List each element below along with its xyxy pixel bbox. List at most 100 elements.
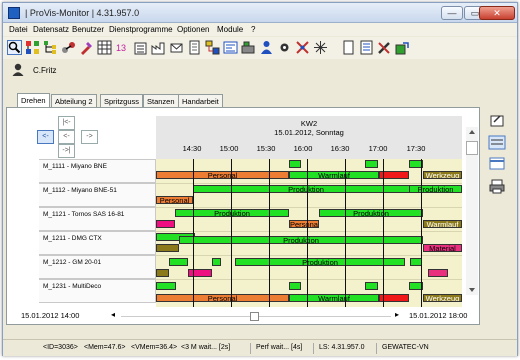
bar-werkzeug[interactable]: Werkzeug [423, 294, 462, 302]
tab-abteilung-2[interactable]: Abteilung 2 [51, 94, 97, 107]
window-title: | ProVis-Monitor | 4.31.957.0 [25, 8, 140, 18]
connect-icon[interactable] [313, 40, 328, 55]
bar-material[interactable] [428, 269, 448, 277]
row-separator [156, 231, 462, 232]
tool-icon[interactable] [79, 40, 94, 55]
menu-module[interactable]: Module [217, 25, 243, 34]
bar-produktion[interactable] [169, 258, 188, 266]
machine-row-label[interactable]: M_1212 - GM 20-01 [39, 255, 156, 279]
bar-werkzeug[interactable] [156, 269, 169, 277]
bar-warmlauf[interactable]: Warmlauf [423, 220, 462, 228]
gridline [383, 159, 384, 307]
nav-next-button[interactable]: -> [81, 130, 98, 144]
factory-icon[interactable] [151, 40, 166, 55]
menu-datei[interactable]: Datei [9, 25, 28, 34]
bar-personal[interactable]: Personal [289, 220, 319, 228]
user-name: C.Fritz [33, 66, 57, 75]
machine-row-label[interactable]: M_1111 - Miyano BNE [39, 159, 156, 183]
menu-optionen[interactable]: Optionen [177, 25, 209, 34]
scroll-down-icon[interactable] [467, 286, 477, 294]
bar-produktion[interactable] [365, 160, 378, 168]
timeline-end: 15.01.2012 18:00 [409, 311, 468, 320]
machine-row-label[interactable]: M_1211 - DMG CTX [39, 231, 156, 255]
tab-handarbeit[interactable]: Handarbeit [178, 94, 223, 107]
menu-datensatz[interactable]: Datensatz [33, 25, 69, 34]
machine-row-label[interactable]: M_1112 - Miyano BNE-51 [39, 183, 156, 207]
timeline-right-arrow[interactable]: ▸ [395, 310, 399, 319]
bar-produktion[interactable] [156, 282, 176, 290]
nav-last-button[interactable]: ->| [58, 144, 75, 158]
tab-drehen[interactable]: Drehen [17, 93, 50, 107]
minimize-button[interactable]: — [441, 6, 463, 20]
bar-material[interactable]: Material [423, 244, 462, 252]
menu-help[interactable]: ? [251, 25, 255, 34]
nav-first-button[interactable]: |<- [58, 116, 75, 130]
tab-spritzguss[interactable]: Spritzguss [100, 94, 144, 107]
week-label: KW2 [300, 119, 318, 128]
gridline [421, 159, 422, 307]
dispatch-icon[interactable] [223, 40, 238, 55]
time-label: 16:30 [330, 144, 350, 153]
mail-icon[interactable] [169, 40, 184, 55]
menu-bar: Datei Datensatz Benutzer Dienstprogramme… [3, 23, 517, 36]
bar-produktion[interactable]: Produktion [235, 258, 405, 266]
bar-warmlauf[interactable]: Warmlauf [289, 171, 379, 179]
page-icon[interactable] [341, 40, 356, 55]
tools-icon[interactable] [377, 40, 392, 55]
scroll-up-icon[interactable] [467, 128, 477, 136]
machine-icon[interactable] [241, 40, 256, 55]
layout-icon[interactable] [488, 135, 506, 150]
building-icon[interactable] [133, 40, 148, 55]
bar-personal[interactable]: Personal [156, 196, 193, 204]
export-icon[interactable] [395, 40, 410, 55]
bar-produktion[interactable]: Produktion [193, 185, 419, 193]
bar-produktion[interactable]: Produktion [319, 209, 423, 217]
bar-produktion[interactable] [289, 282, 301, 290]
main-window: | ProVis-Monitor | 4.31.957.0 — ▭ ✕ Date… [2, 2, 518, 356]
person-icon[interactable] [259, 40, 274, 55]
nav-zoom-button[interactable]: <- [58, 130, 75, 144]
document-icon[interactable] [187, 40, 202, 55]
close-button[interactable]: ✕ [479, 6, 515, 20]
menu-benutzer[interactable]: Benutzer [72, 25, 104, 34]
bar-material[interactable] [156, 220, 175, 228]
tree-icon[interactable] [43, 40, 58, 55]
machine-row-label[interactable]: M_1231 - MultiDeco [39, 279, 156, 303]
print-icon[interactable] [488, 179, 506, 194]
row-separator [156, 279, 462, 280]
bar-werkzeug[interactable]: Werkzeug [423, 171, 462, 179]
chart-header: KW2 15.01.2012, Sonntag 14:30 15:00 15:3… [156, 116, 462, 159]
timeline-left-arrow[interactable]: ◂ [111, 310, 115, 319]
bar-warmlauf[interactable]: Warmlauf [289, 294, 379, 302]
list-icon[interactable] [359, 40, 374, 55]
search-icon[interactable] [7, 40, 22, 55]
bar-produktion[interactable] [289, 160, 301, 168]
bar-produktion[interactable] [212, 258, 221, 266]
config-icon[interactable] [277, 40, 292, 55]
bar-produktion[interactable]: Produktion [179, 236, 423, 244]
bar-produktion[interactable] [365, 282, 378, 290]
calendar-13-icon[interactable]: 13 [115, 40, 130, 55]
row-separator [156, 183, 462, 184]
calendar-grid-icon[interactable] [97, 40, 112, 55]
bar-werkzeug[interactable] [156, 244, 179, 252]
timeline-thumb[interactable] [250, 312, 259, 321]
menu-dienstprogramme[interactable]: Dienstprogramme [109, 25, 173, 34]
workflow-icon[interactable] [205, 40, 220, 55]
title-bar[interactable]: | ProVis-Monitor | 4.31.957.0 — ▭ ✕ [3, 3, 517, 23]
bar-produktion[interactable]: Produktion [409, 185, 462, 193]
status-id: <ID=3036> [43, 344, 78, 351]
network-icon[interactable] [25, 40, 40, 55]
machine-row-label[interactable]: M_1121 - Tornos SAS 16-81 [39, 207, 156, 231]
vertical-scroll-thumb[interactable] [466, 141, 478, 155]
calendar-icon[interactable] [488, 156, 506, 171]
bar-material[interactable] [188, 269, 212, 277]
nav-prev-button[interactable]: <- [37, 130, 54, 144]
status-wait: <3 M wait... [2s] [181, 344, 231, 351]
tab-stanzen[interactable]: Stanzen [143, 94, 179, 107]
edit-icon[interactable] [488, 113, 506, 128]
time-label: 16:00 [293, 144, 313, 153]
time-label: 17:00 [368, 144, 388, 153]
link-icon[interactable] [61, 40, 76, 55]
clamp-icon[interactable] [295, 40, 310, 55]
